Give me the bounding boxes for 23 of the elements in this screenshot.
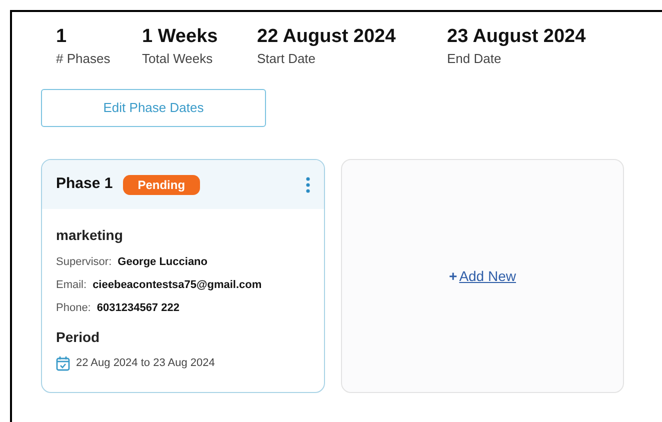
field-label: Supervisor:	[56, 255, 112, 270]
calendar-icon	[56, 356, 70, 371]
status-badge: Pending	[122, 174, 200, 194]
stat-label: # Phases	[56, 50, 112, 68]
more-icon[interactable]	[306, 176, 310, 192]
stat-value: 23 August 2024	[447, 25, 587, 49]
stat-label: Total Weeks	[142, 50, 214, 68]
stat-value: 1 Weeks	[142, 25, 219, 49]
field-label: Email:	[56, 278, 87, 293]
stat-value: 1	[56, 25, 68, 49]
stat-label: End Date	[447, 50, 502, 68]
stat-value: 22 August 2024	[257, 25, 397, 49]
period-dates: 22 Aug 2024 to 23 Aug 2024	[76, 356, 215, 371]
period-label: Period	[56, 328, 101, 347]
phase-name: marketing	[56, 226, 124, 245]
add-new-link[interactable]: +Add New	[449, 266, 516, 286]
edit-phase-dates-button[interactable]: Edit Phase Dates	[41, 89, 266, 127]
field-value: cieebeacontestsa75@gmail.com	[92, 278, 262, 293]
field-label: Phone:	[56, 301, 91, 316]
phase-title: Phase 1	[56, 174, 113, 194]
field-value: George Lucciano	[118, 255, 208, 270]
field-value: 6031234567 222	[96, 301, 180, 316]
stat-label: Start Date	[257, 50, 317, 68]
